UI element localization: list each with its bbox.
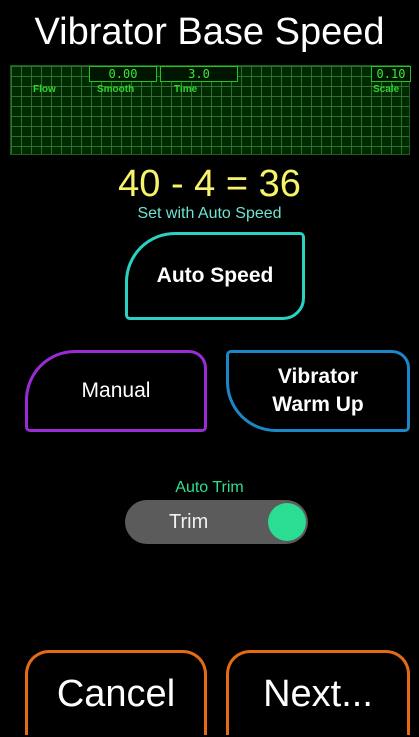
speed-equation: 40 - 4 = 36 xyxy=(118,163,301,205)
scale-value-box: 0.10 xyxy=(371,66,411,82)
auto-trim-toggle[interactable]: Trim xyxy=(125,500,308,544)
time-value: 3.0 xyxy=(188,67,210,81)
vibrator-warm-up-button[interactable]: Vibrator Warm Up xyxy=(226,350,410,432)
cancel-button[interactable]: Cancel xyxy=(25,650,207,735)
toggle-label: Trim xyxy=(169,511,209,533)
auto-trim-label: Auto Trim xyxy=(175,479,244,496)
manual-button[interactable]: Manual xyxy=(25,350,207,432)
speed-source-note: Set with Auto Speed xyxy=(137,205,282,222)
page-title: Vibrator Base Speed xyxy=(34,11,385,53)
auto-speed-button[interactable]: Auto Speed xyxy=(125,232,305,320)
time-label: Time xyxy=(174,84,198,95)
smooth-value-box: 0.00 xyxy=(89,66,157,82)
scale-value: 0.10 xyxy=(376,67,406,81)
scale-label: Scale xyxy=(373,84,400,95)
toggle-knob-icon xyxy=(268,503,306,541)
time-value-box: 3.0 xyxy=(160,66,238,82)
smooth-value: 0.00 xyxy=(108,67,138,81)
smooth-label: Smooth xyxy=(97,84,135,95)
flow-label: Flow xyxy=(33,84,56,95)
flow-graph: 0.00 3.0 0.10 Flow Smooth Time Scale xyxy=(10,65,411,155)
next-button[interactable]: Next... xyxy=(226,650,410,735)
